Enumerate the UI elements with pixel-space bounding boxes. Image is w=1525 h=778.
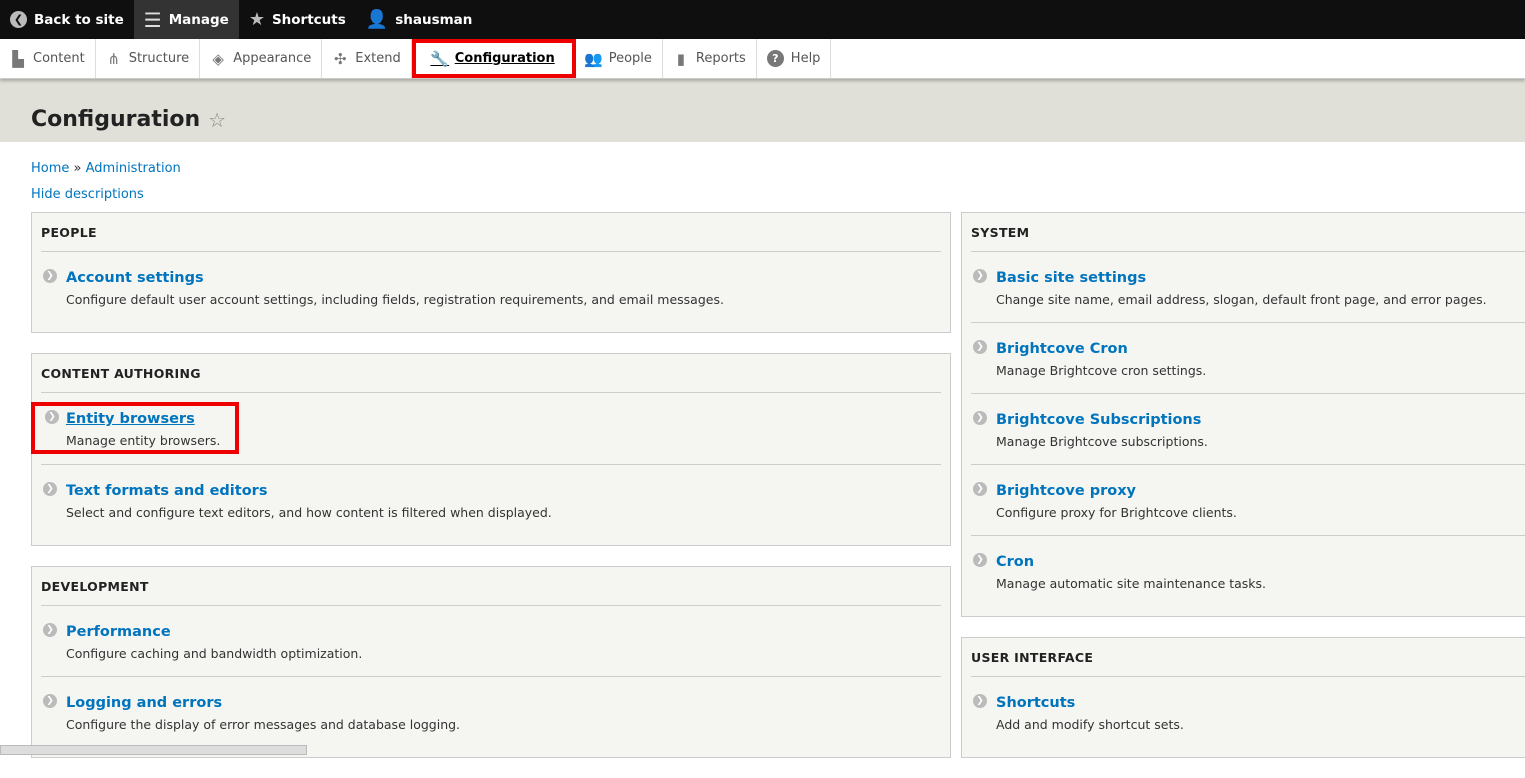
- page-title: Configuration: [31, 107, 201, 132]
- config-panel: CONTENT AUTHORING ❯ ❯ Entity browsers Manage…: [30, 353, 951, 546]
- config-link[interactable]: Basic site settings: [996, 270, 1146, 286]
- chevron-right-icon: ❯: [973, 694, 987, 708]
- panel-title: PEOPLE: [41, 213, 941, 252]
- config-link[interactable]: Brightcove Cron: [996, 341, 1128, 357]
- config-description: Manage Brightcove subscriptions.: [996, 434, 1208, 449]
- config-description: Manage entity browsers.: [66, 433, 221, 448]
- status-bar: [0, 745, 307, 755]
- star-icon: ★: [248, 9, 265, 30]
- chevron-right-icon: ❯: [45, 410, 59, 424]
- panel-title: SYSTEM: [971, 213, 1525, 252]
- config-panel: DEVELOPMENT ❯ Performance Configure caching…: [31, 566, 951, 758]
- tab-reports[interactable]: ▮ Reports: [663, 39, 757, 78]
- back-to-site-button[interactable]: ❮ Back to site: [0, 0, 134, 39]
- tab-help[interactable]: ? Help: [757, 39, 832, 78]
- config-description: Manage Brightcove cron settings.: [996, 363, 1207, 378]
- star-icon[interactable]: ☆: [208, 108, 226, 132]
- config-description: Configure default user account settings,…: [66, 292, 724, 307]
- wrench-icon: 🔧: [430, 49, 450, 68]
- tab-appearance[interactable]: ◈ Appearance: [200, 39, 323, 78]
- manage-button[interactable]: ☰ Manage: [133, 0, 239, 39]
- list-item: ❯ Performance Configure caching and bandwi…: [41, 606, 941, 677]
- shortcuts-button[interactable]: ★ Shortcuts: [239, 0, 356, 39]
- list-item: ❯ Shortcuts Add and modify shortcut sets.: [971, 677, 1525, 757]
- admin-tray: ▙ Content ⋔ Structure ◈ Appearance ✣ Extend …: [0, 39, 1525, 79]
- admin-toolbar: ❮ Back to site ☰ Manage ★ Shortcuts 👤 shausm…: [0, 0, 1525, 39]
- config-description: Configure proxy for Brightcove clients.: [996, 505, 1237, 520]
- config-description: Configure the display of error messages …: [66, 717, 461, 732]
- chevron-right-icon: ❯: [973, 269, 987, 283]
- hide-descriptions-link[interactable]: Hide descriptions: [31, 187, 144, 202]
- tab-people[interactable]: 👥 People: [576, 39, 663, 78]
- tab-structure[interactable]: ⋔ Structure: [96, 39, 201, 78]
- chevron-left-icon: ❮: [10, 11, 27, 28]
- chevron-right-icon: ❯: [43, 694, 57, 708]
- breadcrumb: Home » Administration: [31, 161, 181, 176]
- config-description: Add and modify shortcut sets.: [996, 717, 1184, 732]
- chevron-right-icon: ❯: [973, 411, 987, 425]
- config-link[interactable]: Performance: [66, 624, 171, 640]
- config-description: Select and configure text editors, and h…: [66, 505, 552, 520]
- right-column: SYSTEM ❯ Basic site settings Change site na…: [961, 212, 1525, 778]
- config-link[interactable]: Text formats and editors: [66, 483, 267, 499]
- panel-title: DEVELOPMENT: [41, 567, 941, 606]
- config-description: Configure caching and bandwidth optimiza…: [66, 646, 363, 661]
- tab-extend[interactable]: ✣ Extend: [322, 39, 412, 78]
- paintbrush-icon: ◈: [212, 49, 224, 68]
- breadcrumb-home[interactable]: Home: [31, 161, 69, 176]
- tab-configuration[interactable]: 🔧 Configuration: [411, 39, 576, 78]
- highlight-box: ❯ Entity browsers Manage entity browsers.: [30, 402, 240, 454]
- chevron-right-icon: ❯: [973, 482, 987, 496]
- config-link[interactable]: Shortcuts: [996, 695, 1075, 711]
- list-item: ❯ Basic site settings Change site name, em…: [971, 252, 1525, 323]
- list-item: ❯ Brightcove Cron Manage Brightcove cron s…: [971, 323, 1525, 394]
- list-item: ❯ Brightcove Subscriptions Manage Brightco…: [971, 394, 1525, 465]
- help-icon: ?: [766, 50, 784, 67]
- tab-content[interactable]: ▙ Content: [0, 39, 96, 78]
- config-link[interactable]: Account settings: [66, 270, 204, 286]
- file-icon: ▙: [12, 49, 24, 68]
- config-panel: PEOPLE ❯ Account settings Configure default…: [31, 212, 951, 333]
- breadcrumb-administration[interactable]: Administration: [86, 161, 181, 176]
- chevron-right-icon: ❯: [43, 623, 57, 637]
- chevron-right-icon: ❯: [43, 269, 57, 283]
- config-link[interactable]: Logging and errors: [66, 695, 222, 711]
- puzzle-icon: ✣: [333, 49, 347, 68]
- list-item: ❯❯ Entity browsers Manage entity browsers.: [30, 393, 941, 465]
- config-link[interactable]: Brightcove proxy: [996, 483, 1136, 499]
- user-icon: 👤: [365, 9, 389, 30]
- bar-chart-icon: ▮: [676, 49, 686, 68]
- list-item: ❯ Cron Manage automatic site maintenance t…: [971, 536, 1525, 616]
- sitemap-icon: ⋔: [107, 49, 120, 68]
- user-button[interactable]: 👤 shausman: [356, 0, 483, 39]
- config-description: Change site name, email address, slogan,…: [996, 292, 1487, 307]
- config-link[interactable]: Brightcove Subscriptions: [996, 412, 1201, 428]
- menu-icon: ☰: [143, 7, 162, 32]
- panel-title: USER INTERFACE: [971, 638, 1525, 677]
- chevron-right-icon: ❯: [973, 340, 987, 354]
- config-link[interactable]: Cron: [996, 554, 1034, 570]
- left-column: PEOPLE ❯ Account settings Configure default…: [30, 212, 951, 778]
- people-icon: 👥: [584, 49, 604, 68]
- config-panel: SYSTEM ❯ Basic site settings Change site na…: [961, 212, 1525, 617]
- config-panel: USER INTERFACE ❯ Shortcuts Add and modify s…: [961, 637, 1525, 758]
- list-item: ❯ Brightcove proxy Configure proxy for Bri…: [971, 465, 1525, 536]
- panel-title: CONTENT AUTHORING: [41, 354, 941, 393]
- list-item: ❯ Account settings Configure default user …: [41, 252, 941, 332]
- page-header: Configuration ☆: [0, 79, 1525, 142]
- config-link[interactable]: Entity browsers: [66, 411, 195, 427]
- list-item: ❯ Text formats and editors Select and conf…: [41, 465, 941, 545]
- chevron-right-icon: ❯: [973, 553, 987, 567]
- config-description: Manage automatic site maintenance tasks.: [996, 576, 1267, 591]
- chevron-right-icon: ❯: [43, 482, 57, 496]
